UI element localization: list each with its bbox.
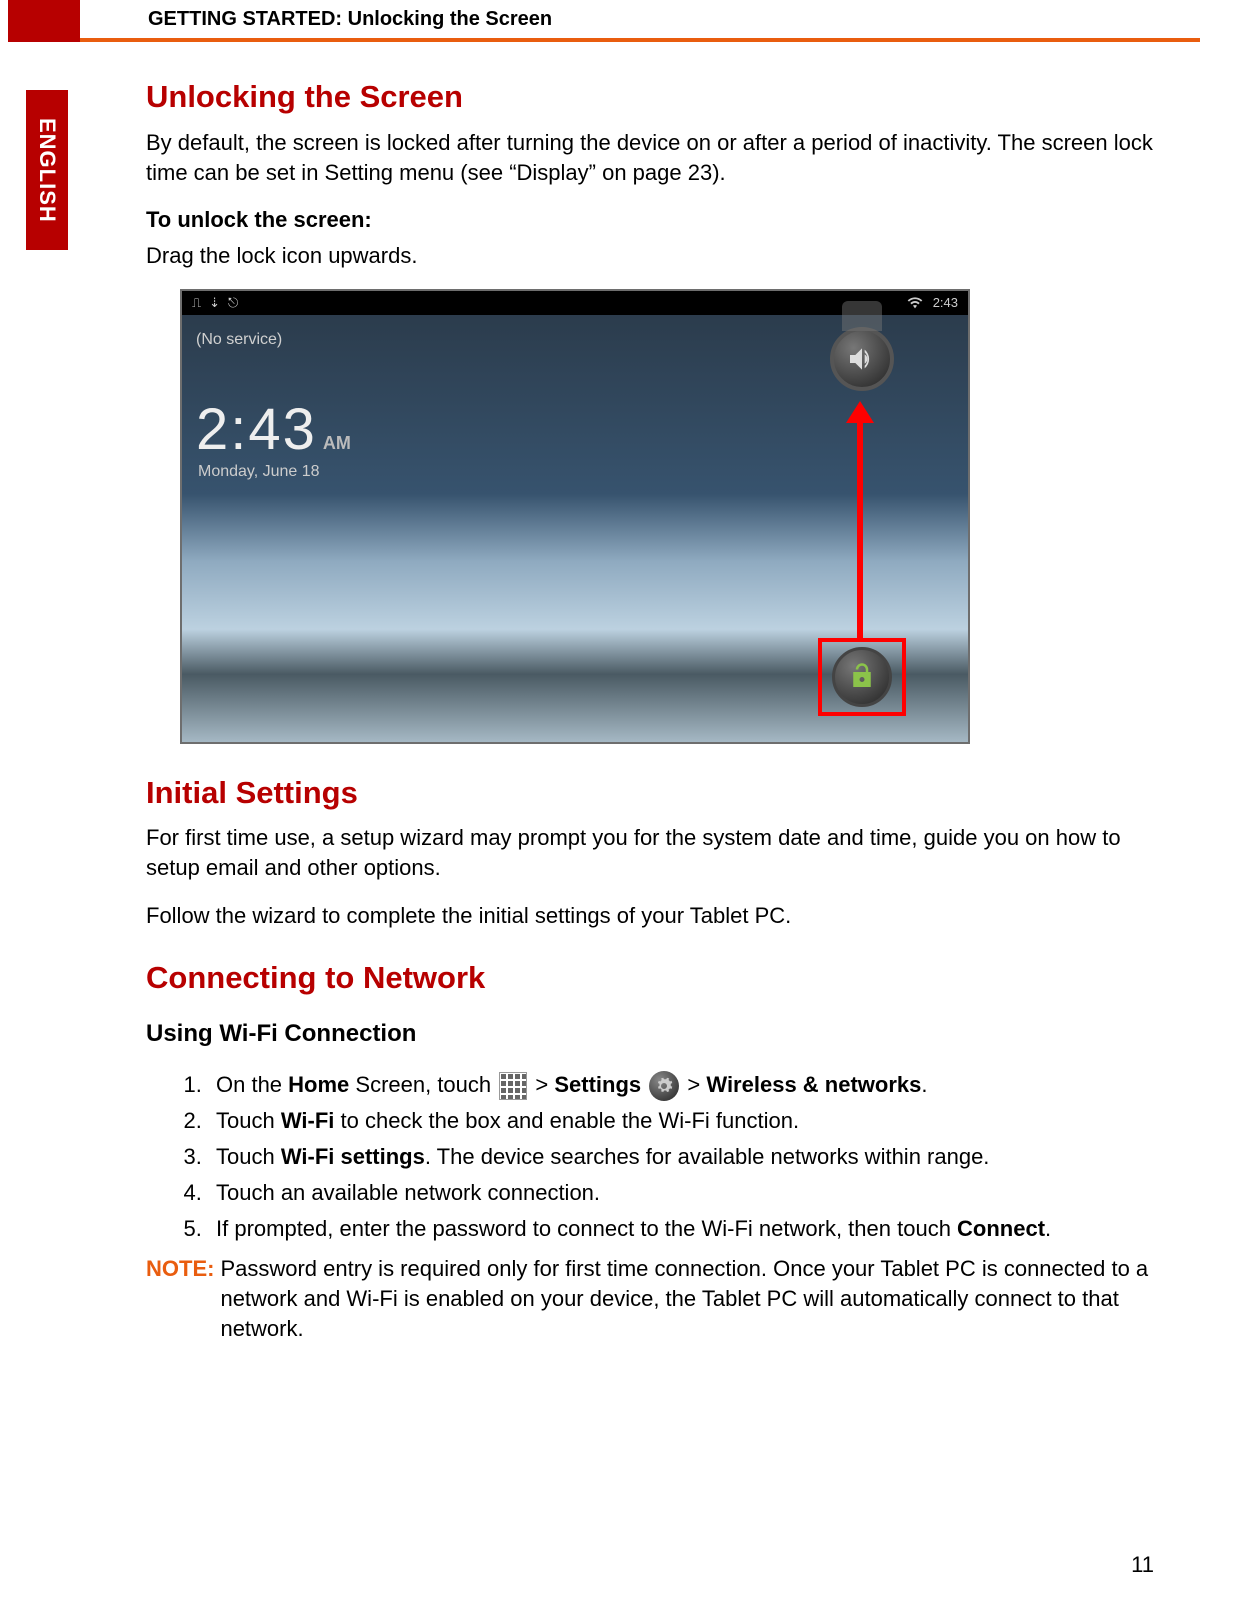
section-title-unlocking: Unlocking the Screen [146, 76, 1160, 118]
status-icon: ⎍ [192, 294, 201, 312]
lockscreen-screenshot: ⎍ ⇣ ⎋ 2:43 (No service) 2:43 AM Monday, … [180, 289, 970, 744]
wifi-steps-list: On the Home Screen, touch > Settings > W… [208, 1069, 1160, 1245]
speaker-icon [846, 343, 878, 375]
page-content: Unlocking the Screen By default, the scr… [146, 76, 1160, 1344]
initial-p1: For first time use, a setup wizard may p… [146, 823, 1160, 882]
unlock-icon [847, 662, 877, 692]
clock-date: Monday, June 18 [198, 461, 320, 483]
step-2: Touch Wi-Fi to check the box and enable … [208, 1105, 1160, 1137]
initial-p2: Follow the wizard to complete the initia… [146, 901, 1160, 931]
lockscreen-clock: 2:43 AM [196, 391, 351, 469]
page-number: 11 [1131, 1552, 1154, 1578]
step-4: Touch an available network connection. [208, 1177, 1160, 1209]
note-block: NOTE: Password entry is required only fo… [146, 1254, 1160, 1343]
page-header: GETTING STARTED: Unlocking the Screen [80, 0, 1200, 42]
settings-gear-icon [649, 1071, 679, 1101]
drag-arrow-annotation [852, 401, 868, 641]
clock-time: 2:43 [196, 391, 317, 469]
breadcrumb: GETTING STARTED: Unlocking the Screen [148, 8, 552, 31]
no-service-label: (No service) [196, 329, 282, 351]
status-icon: ⇣ [209, 294, 220, 312]
note-text: Password entry is required only for firs… [220, 1254, 1160, 1343]
status-time: 2:43 [933, 294, 958, 312]
header-accent-block [8, 0, 80, 42]
section-title-network: Connecting to Network [146, 957, 1160, 999]
lock-slider [832, 647, 892, 707]
subsection-wifi: Using Wi-Fi Connection [146, 1018, 1160, 1050]
to-unlock-label: To unlock the screen: [146, 205, 1160, 235]
status-icon: ⎋ [228, 294, 238, 312]
step-1: On the Home Screen, touch > Settings > W… [208, 1069, 1160, 1101]
clock-ampm: AM [323, 431, 351, 455]
wifi-icon [907, 297, 923, 309]
note-label: NOTE: [146, 1254, 214, 1343]
to-unlock-body: Drag the lock icon upwards. [146, 241, 1160, 271]
sound-toggle-target [830, 327, 894, 391]
language-tab: ENGLISH [26, 90, 68, 250]
step-5: If prompted, enter the password to conne… [208, 1213, 1160, 1245]
section-title-initial: Initial Settings [146, 772, 1160, 814]
step-3: Touch Wi-Fi settings. The device searche… [208, 1141, 1160, 1173]
intro-paragraph: By default, the screen is locked after t… [146, 128, 1160, 187]
lock-highlight-box [818, 638, 906, 716]
apps-grid-icon [499, 1072, 527, 1100]
